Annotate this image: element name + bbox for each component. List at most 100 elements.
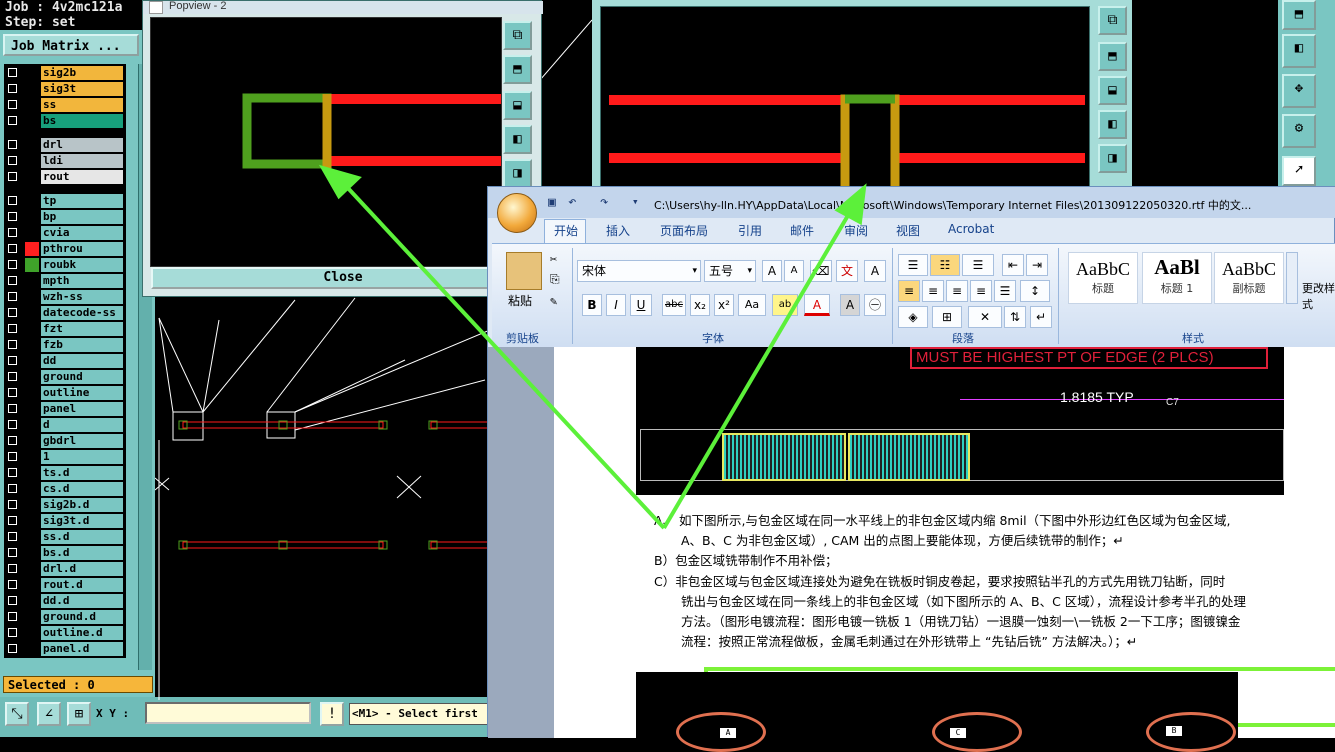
right-tool-1[interactable]: ⬒ xyxy=(1282,0,1316,30)
layer-row[interactable]: cvia xyxy=(4,226,126,240)
redo-icon[interactable]: ↷ xyxy=(600,194,608,210)
layer-checkbox[interactable] xyxy=(8,404,17,413)
borders-button[interactable]: ⊞ xyxy=(932,306,962,328)
layer-checkbox[interactable] xyxy=(8,628,17,637)
multilevel-list-button[interactable]: ☰ xyxy=(962,254,994,276)
layer-name[interactable]: drl xyxy=(41,138,123,152)
layer-checkbox[interactable] xyxy=(8,116,17,125)
main-cam-canvas[interactable] xyxy=(155,290,490,700)
char-border-button[interactable]: A xyxy=(864,260,886,282)
popview-tool-5[interactable]: ◨ xyxy=(503,159,532,188)
style-heading[interactable]: AaBbC 标题 xyxy=(1068,252,1138,304)
layer-name[interactable]: 1 xyxy=(41,450,123,464)
popview-tool-2[interactable]: ⬒ xyxy=(503,55,532,84)
decrease-indent-button[interactable]: ⇤ xyxy=(1002,254,1024,276)
save-icon[interactable]: ▣ xyxy=(548,195,556,210)
layer-row[interactable]: sig2b.d xyxy=(4,498,126,512)
layer-row[interactable]: panel xyxy=(4,402,126,416)
layer-checkbox[interactable] xyxy=(8,172,17,181)
layer-checkbox[interactable] xyxy=(8,452,17,461)
layer-name[interactable]: gbdrl xyxy=(41,434,123,448)
layer-checkbox[interactable] xyxy=(8,516,17,525)
layer-checkbox[interactable] xyxy=(8,484,17,493)
layer-name[interactable]: ts.d xyxy=(41,466,123,480)
style-heading-1[interactable]: AaBl 标题 1 xyxy=(1142,252,1212,304)
shading-button[interactable]: ◈ xyxy=(898,306,928,328)
quick-access-dropdown-icon[interactable]: ▾ xyxy=(632,195,639,208)
numbering-button[interactable]: ☷ xyxy=(930,254,960,276)
layer-row[interactable]: ss.d xyxy=(4,530,126,544)
tab-home[interactable]: 开始 xyxy=(554,222,578,239)
font-name-select[interactable]: 宋体 ▾ xyxy=(577,260,701,282)
layer-name[interactable]: bs.d xyxy=(41,546,123,560)
layer-row[interactable]: cs.d xyxy=(4,482,126,496)
increase-indent-button[interactable]: ⇥ xyxy=(1026,254,1048,276)
cut-icon[interactable]: ✂ xyxy=(550,252,557,266)
layer-checkbox[interactable] xyxy=(8,388,17,397)
layer-row[interactable]: rout xyxy=(4,170,126,184)
layer-name[interactable]: outline xyxy=(41,386,123,400)
layer-name[interactable]: sig2b xyxy=(41,66,123,80)
font-size-select[interactable]: 五号 ▾ xyxy=(704,260,756,282)
layer-checkbox[interactable] xyxy=(8,612,17,621)
layer-checkbox[interactable] xyxy=(8,420,17,429)
layer-row[interactable]: roubk xyxy=(4,258,126,272)
layer-name[interactable]: d xyxy=(41,418,123,432)
layer-row[interactable]: dd.d xyxy=(4,594,126,608)
grid-button[interactable]: ⊞ xyxy=(67,702,91,726)
layer-name[interactable]: ground xyxy=(41,370,123,384)
layer-checkbox[interactable] xyxy=(8,292,17,301)
layer-checkbox[interactable] xyxy=(8,548,17,557)
layer-row[interactable]: sig3t xyxy=(4,82,126,96)
office-button[interactable] xyxy=(497,193,537,233)
layer-row[interactable]: outline.d xyxy=(4,626,126,640)
layer-row[interactable]: bs.d xyxy=(4,546,126,560)
layer-name[interactable]: ldi xyxy=(41,154,123,168)
align-center-button[interactable]: ≡ xyxy=(922,280,944,302)
layer-name[interactable]: ground.d xyxy=(41,610,123,624)
layer-checkbox[interactable] xyxy=(8,196,17,205)
right-tool-2[interactable]: ◧ xyxy=(1282,34,1316,68)
layer-row[interactable]: outline xyxy=(4,386,126,400)
popview-canvas[interactable] xyxy=(150,17,502,267)
font-color-button[interactable]: A xyxy=(804,294,830,316)
right-tool-4[interactable]: ⚙ xyxy=(1282,114,1316,148)
view2-tool-4[interactable]: ◧ xyxy=(1098,110,1127,139)
layer-checkbox[interactable] xyxy=(8,276,17,285)
layer-name[interactable]: datecode-ss xyxy=(41,306,123,320)
underline-button[interactable]: U xyxy=(630,294,652,316)
layer-name[interactable]: sig2b.d xyxy=(41,498,123,512)
layer-checkbox[interactable] xyxy=(8,212,17,221)
copy-icon[interactable]: ⎘ xyxy=(550,272,560,287)
layer-name[interactable]: dd xyxy=(41,354,123,368)
layer-name[interactable]: mpth xyxy=(41,274,123,288)
strikethrough-button[interactable]: abc xyxy=(662,294,686,316)
layer-name[interactable]: cs.d xyxy=(41,482,123,496)
layer-row[interactable]: bp xyxy=(4,210,126,224)
layer-checkbox[interactable] xyxy=(8,244,17,253)
justify-button[interactable]: ≡ xyxy=(970,280,992,302)
format-painter-icon[interactable]: ✎ xyxy=(550,294,557,308)
layer-row[interactable]: drl xyxy=(4,138,126,152)
show-marks-button[interactable]: ↵ xyxy=(1030,306,1052,328)
align-left-button[interactable]: ≡ xyxy=(898,280,920,302)
popview-tool-3[interactable]: ⬓ xyxy=(503,91,532,120)
layer-checkbox[interactable] xyxy=(8,436,17,445)
layer-row[interactable]: ground.d xyxy=(4,610,126,624)
layer-row[interactable]: 1 xyxy=(4,450,126,464)
layer-name[interactable]: panel.d xyxy=(41,642,123,656)
bullets-button[interactable]: ☰ xyxy=(898,254,928,276)
xy-input[interactable] xyxy=(145,702,311,724)
tab-references[interactable]: 引用 xyxy=(738,222,762,239)
paste-icon[interactable] xyxy=(506,252,542,290)
layer-row[interactable]: ss xyxy=(4,98,126,112)
layer-checkbox[interactable] xyxy=(8,100,17,109)
layer-checkbox[interactable] xyxy=(8,84,17,93)
measure-button[interactable]: ∠ xyxy=(37,702,61,726)
layer-name[interactable]: sig3t.d xyxy=(41,514,123,528)
layer-name[interactable]: pthrou xyxy=(41,242,123,256)
layer-row[interactable]: ts.d xyxy=(4,466,126,480)
enclose-char-button[interactable]: ㊀ xyxy=(864,294,886,316)
layer-checkbox[interactable] xyxy=(8,644,17,653)
layer-row[interactable]: d xyxy=(4,418,126,432)
